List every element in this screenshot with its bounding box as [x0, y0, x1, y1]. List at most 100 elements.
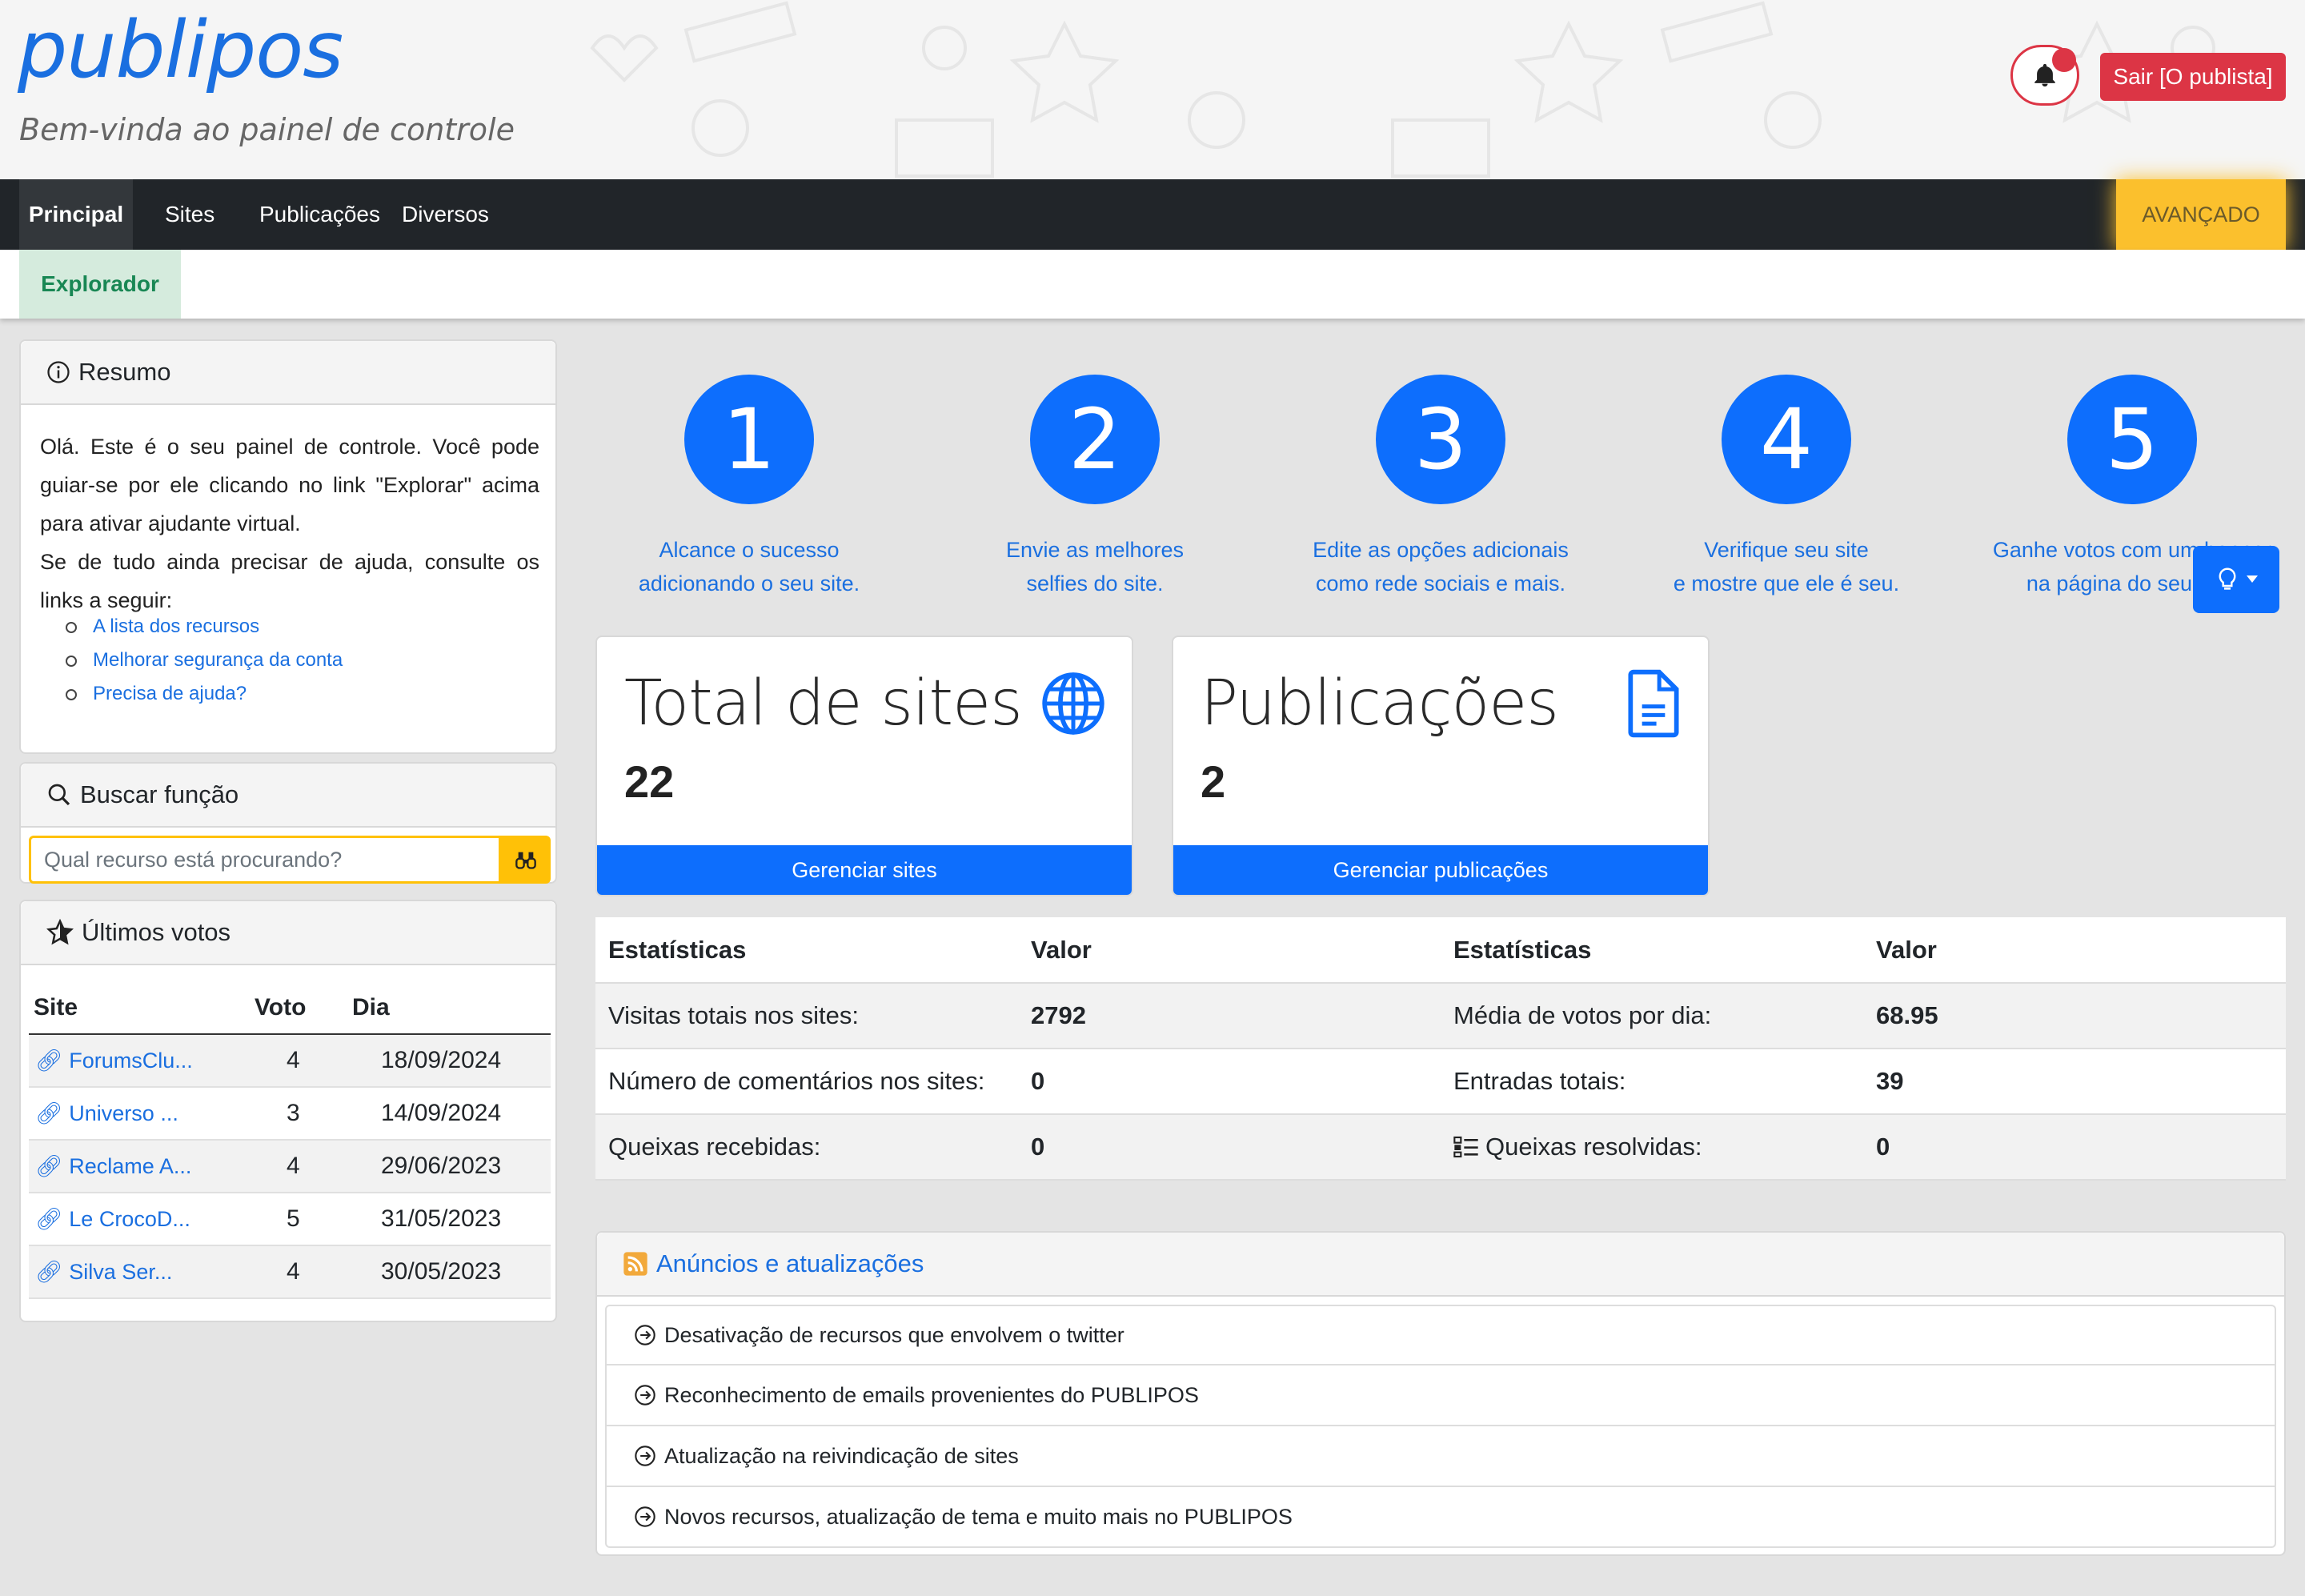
lightbulb-icon — [2219, 567, 2236, 590]
search-title: Buscar função — [80, 780, 239, 808]
vote-site-link[interactable]: 🔗︎ Universo ... — [29, 1087, 255, 1141]
publications-value: 2 — [1201, 756, 1226, 807]
votes-table: Site Voto Dia 🔗︎ ForumsClu... 4 18/09/202… — [29, 981, 551, 1299]
list-item[interactable]: Reconhecimento de emails provenientes do… — [605, 1365, 2276, 1426]
brand-logo[interactable]: publipos — [18, 5, 343, 96]
col-value-2: Valor — [1863, 917, 2286, 984]
stat-label: Número de comentários nos sites: — [595, 1049, 1018, 1115]
star-icon — [46, 919, 74, 945]
total-sites-card: Total de sites 22 Gerenciar sites — [595, 636, 1133, 896]
step-number: 1 — [684, 375, 814, 504]
info-icon — [47, 361, 70, 383]
step-4: 4 Verifique seu site e mostre que ele é … — [1666, 375, 1906, 600]
site-name[interactable]: ForumsClu... — [62, 1049, 193, 1073]
summary-card-header: Resumo — [21, 341, 555, 405]
announcement-text: Desativação de recursos que envolvem o t… — [664, 1322, 1124, 1347]
page-header: publipos Bem-vinda ao painel de controle… — [0, 0, 2305, 179]
globe-icon — [1042, 672, 1104, 735]
vote-date: 31/05/2023 — [352, 1193, 551, 1246]
site-name[interactable]: Le CrocoD... — [62, 1207, 190, 1231]
link-help[interactable]: Precisa de ajuda? — [65, 677, 343, 711]
site-name[interactable]: Silva Ser... — [62, 1260, 172, 1284]
site-name[interactable]: Reclame A... — [62, 1154, 191, 1178]
nav-item-sites[interactable]: Sites — [152, 179, 227, 250]
statistics-table: Estatísticas Valor Estatísticas Valor Vi… — [595, 917, 2286, 1181]
col-dia: Dia — [352, 981, 551, 1035]
nav-item-publicacoes[interactable]: Publicações — [247, 179, 393, 250]
tips-dropdown-button[interactable] — [2193, 546, 2279, 613]
table-row: 🔗︎ Universo ... 3 14/09/2024 — [29, 1087, 551, 1141]
vote-value: 5 — [255, 1193, 352, 1246]
nav-item-diversos[interactable]: Diversos — [389, 179, 502, 250]
logout-button[interactable]: Sair [O publista] — [2100, 53, 2286, 101]
step-3: 3 Edite as opções adicionais como rede s… — [1313, 375, 1569, 600]
arrow-right-circle-icon — [635, 1446, 655, 1466]
step-text[interactable]: Edite as opções adicionais como rede soc… — [1289, 533, 1593, 600]
summary-text: Olá. Este é o seu painel de controle. Vo… — [40, 435, 539, 612]
stat-value: 39 — [1863, 1049, 2286, 1115]
rss-icon — [623, 1252, 647, 1276]
stat-label: Queixas recebidas: — [595, 1114, 1018, 1181]
table-row: Queixas recebidas: 0 Queixas resolvidas:… — [595, 1114, 2286, 1181]
summary-card: Resumo Olá. Este é o seu painel de contr… — [19, 339, 557, 754]
total-sites-value: 22 — [624, 756, 675, 807]
arrow-right-circle-icon — [635, 1325, 655, 1345]
sub-navbar — [0, 250, 2305, 319]
step-number: 3 — [1376, 375, 1505, 504]
binoculars-icon — [515, 852, 536, 869]
page-subtitle: Bem-vinda ao painel de controle — [19, 112, 515, 147]
latest-votes-header: Últimos votos — [21, 901, 555, 965]
link-resources[interactable]: A lista dos recursos — [65, 610, 343, 644]
explorer-tab[interactable]: Explorador — [19, 250, 181, 319]
vote-site-link[interactable]: 🔗︎ Reclame A... — [29, 1140, 255, 1193]
table-row: 🔗︎ Silva Ser... 4 30/05/2023 — [29, 1245, 551, 1299]
search-button[interactable] — [501, 836, 551, 884]
step-text[interactable]: Envie as melhores selfies do site. — [975, 533, 1215, 600]
step-number: 5 — [2067, 375, 2197, 504]
vote-date: 14/09/2024 — [352, 1087, 551, 1141]
advanced-button[interactable]: AVANÇADO — [2116, 179, 2286, 250]
step-text[interactable]: Verifique seu site e mostre que ele é se… — [1642, 533, 1930, 600]
total-sites-title: Total de sites — [624, 668, 1023, 740]
link-security[interactable]: Melhorar segurança da conta — [65, 644, 343, 677]
table-row: Número de comentários nos sites: 0 Entra… — [595, 1049, 2286, 1115]
announcement-text: Atualização na reivindicação de sites — [664, 1443, 1019, 1468]
list-item[interactable]: Desativação de recursos que envolvem o t… — [605, 1305, 2276, 1365]
vote-value: 4 — [255, 1034, 352, 1088]
nav-item-principal[interactable]: Principal — [19, 179, 133, 250]
vote-date: 30/05/2023 — [352, 1245, 551, 1299]
vote-site-link[interactable]: 🔗︎ Silva Ser... — [29, 1245, 255, 1299]
list-item[interactable]: Atualização na reivindicação de sites — [605, 1426, 2276, 1487]
stat-value: 68.95 — [1863, 983, 2286, 1049]
search-icon — [48, 784, 70, 806]
col-voto: Voto — [255, 981, 352, 1035]
site-name[interactable]: Universo ... — [62, 1101, 178, 1125]
stat-label-with-icon: Queixas resolvidas: — [1441, 1114, 1863, 1181]
search-input[interactable]: Qual recurso está procurando? — [29, 836, 501, 884]
vote-value: 4 — [255, 1245, 352, 1299]
help-links: A lista dos recursos Melhorar segurança … — [65, 610, 343, 711]
step-text[interactable]: Alcance o sucesso adicionando o seu site… — [629, 533, 869, 600]
table-row: 🔗︎ ForumsClu... 4 18/09/2024 — [29, 1034, 551, 1088]
notification-badge — [2052, 48, 2076, 72]
list-item[interactable]: Novos recursos, atualização de tema e mu… — [605, 1487, 2276, 1548]
vote-date: 29/06/2023 — [352, 1140, 551, 1193]
caret-down-icon — [2247, 575, 2258, 583]
stat-value: 0 — [1018, 1049, 1441, 1115]
manage-sites-button[interactable]: Gerenciar sites — [597, 845, 1132, 895]
col-value-1: Valor — [1018, 917, 1441, 984]
table-row: Visitas totais nos sites: 2792 Média de … — [595, 983, 2286, 1049]
checklist-icon — [1453, 1136, 1478, 1158]
vote-site-link[interactable]: 🔗︎ ForumsClu... — [29, 1034, 255, 1088]
col-stat-1: Estatísticas — [595, 917, 1018, 984]
vote-value: 4 — [255, 1140, 352, 1193]
manage-publications-button[interactable]: Gerenciar publicações — [1173, 845, 1708, 895]
search-card: Buscar função Qual recurso está procuran… — [19, 762, 557, 884]
arrow-right-circle-icon — [635, 1506, 655, 1527]
announcements-card: Anúncios e atualizações Desativação de r… — [595, 1231, 2286, 1556]
vote-site-link[interactable]: 🔗︎ Le CrocoD... — [29, 1193, 255, 1246]
step-number: 2 — [1030, 375, 1160, 504]
stat-value: 2792 — [1018, 983, 1441, 1049]
announcements-title[interactable]: Anúncios e atualizações — [656, 1249, 924, 1278]
latest-votes-title: Últimos votos — [82, 918, 231, 946]
